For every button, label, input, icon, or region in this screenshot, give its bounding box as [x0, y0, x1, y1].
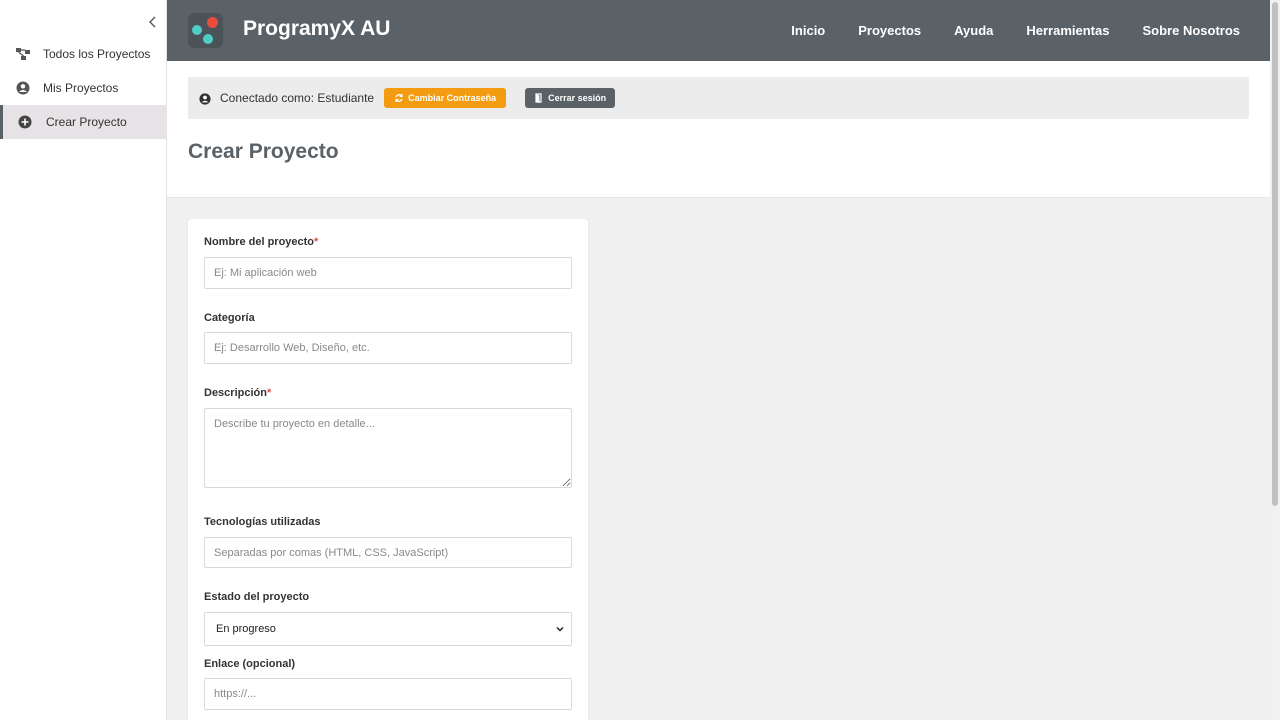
sidebar-item-label: Mis Proyectos: [43, 81, 119, 95]
logo-icon[interactable]: [188, 13, 223, 48]
nav-inicio[interactable]: Inicio: [791, 23, 825, 38]
sidebar-item-all-projects[interactable]: Todos los Proyectos: [0, 37, 167, 71]
nav-proyectos[interactable]: Proyectos: [858, 23, 921, 38]
technologies-label: Tecnologías utilizadas: [204, 516, 321, 528]
link-input[interactable]: [204, 678, 572, 710]
project-status-value: En progreso: [216, 623, 276, 635]
nav-ayuda[interactable]: Ayuda: [954, 23, 993, 38]
chevron-down-icon: [556, 626, 564, 632]
project-diagram-icon: [15, 46, 31, 62]
door-open-icon: [535, 93, 542, 103]
page-title: Crear Proyecto: [188, 140, 339, 163]
project-status-label: Estado del proyecto: [204, 591, 310, 603]
category-label: Categoría: [204, 312, 255, 324]
sidebar-item-label: Crear Proyecto: [46, 115, 127, 129]
user-circle-icon: [15, 80, 31, 96]
sidebar-item-my-projects[interactable]: Mis Proyectos: [0, 71, 167, 105]
sidebar-item-create-project[interactable]: Crear Proyecto: [0, 105, 167, 139]
collapse-sidebar-button[interactable]: [146, 14, 160, 30]
sync-icon: [395, 94, 403, 102]
scrollbar-thumb[interactable]: [1272, 2, 1278, 506]
connected-as-text: Conectado como: Estudiante: [220, 91, 375, 105]
create-project-form: Nombre del proyecto* Categoría Descripci…: [188, 219, 588, 720]
brand-title[interactable]: ProgramyX AU: [243, 17, 390, 41]
page-header: Conectado como: Estudiante Cambiar Contr…: [167, 61, 1270, 198]
project-name-label: Nombre del proyecto*: [204, 236, 319, 248]
technologies-input[interactable]: [204, 537, 572, 568]
project-status-select[interactable]: En progreso: [204, 612, 572, 646]
top-navbar: ProgramyX AU Inicio Proyectos Ayuda Herr…: [167, 0, 1270, 61]
category-input[interactable]: [204, 332, 572, 364]
user-status-bar: Conectado como: Estudiante Cambiar Contr…: [188, 77, 1249, 119]
sidebar-item-label: Todos los Proyectos: [43, 47, 151, 61]
chevron-left-icon: [149, 16, 156, 28]
nav-sobre-nosotros[interactable]: Sobre Nosotros: [1142, 23, 1240, 38]
description-textarea[interactable]: [204, 408, 572, 488]
logout-button[interactable]: Cerrar sesión: [525, 88, 616, 108]
nav-herramientas[interactable]: Herramientas: [1026, 23, 1109, 38]
project-name-input[interactable]: [204, 257, 572, 289]
user-circle-icon: [199, 92, 211, 105]
description-label: Descripción*: [204, 387, 272, 399]
plus-circle-icon: [17, 114, 33, 130]
link-label: Enlace (opcional): [204, 658, 296, 670]
sidebar: Todos los Proyectos Mis Proyectos Crear …: [0, 0, 167, 720]
main-nav: Inicio Proyectos Ayuda Herramientas Sobr…: [758, 0, 1240, 61]
change-password-button[interactable]: Cambiar Contraseña: [384, 88, 507, 108]
